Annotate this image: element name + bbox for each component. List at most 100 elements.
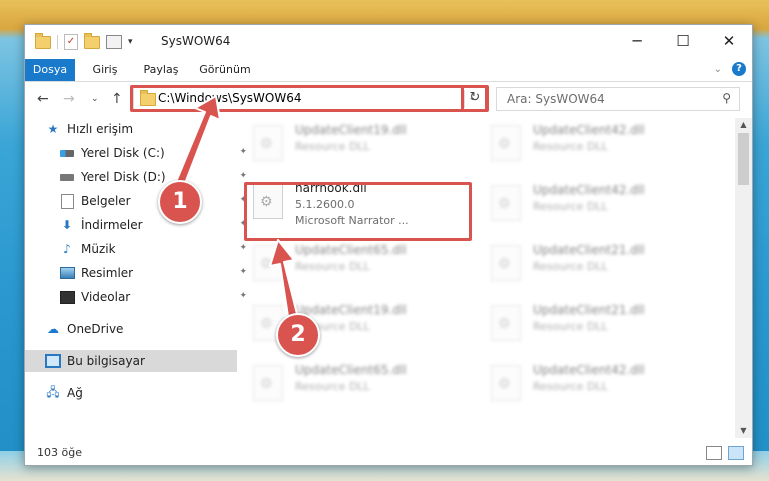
nav-label: Yerel Disk (C:) (81, 146, 165, 160)
dll-file-icon (491, 305, 521, 341)
search-placeholder[interactable]: Ara: SysWOW64 (507, 92, 605, 106)
address-highlight (130, 85, 488, 112)
dll-file-icon (491, 125, 521, 161)
nav-item-disk-c[interactable]: Yerel Disk (C:) ✦ (25, 142, 251, 164)
file-tile[interactable]: UpdateClient42.dll Resource DLL (483, 182, 713, 232)
nav-label: Belgeler (81, 194, 131, 208)
scroll-down-icon[interactable]: ▼ (735, 424, 752, 438)
file-explorer-window: ✓ ▾ SysWOW64 ─ ☐ ✕ Dosya Giriş Paylaş Gö… (24, 24, 753, 466)
file-name: UpdateClient42.dll (533, 123, 645, 137)
qat-dropdown-icon[interactable]: ▾ (128, 37, 133, 47)
file-list: UpdateClient19.dll Resource DLL narrhook… (235, 118, 735, 438)
tiles-view-icon[interactable] (728, 446, 744, 460)
nav-item-videos[interactable]: Videolar ✦ (25, 286, 251, 308)
nav-item-downloads[interactable]: ⬇ İndirmeler ✦ (25, 214, 251, 236)
download-icon: ⬇ (61, 218, 73, 232)
recent-locations-icon[interactable]: ⌄ (91, 94, 99, 104)
file-tile[interactable]: UpdateClient42.dll Resource DLL (483, 122, 713, 172)
file-highlight (244, 182, 472, 241)
forward-arrow-icon[interactable]: → (63, 91, 75, 107)
computer-icon (45, 354, 61, 368)
back-arrow-icon[interactable]: ← (37, 91, 49, 107)
navigation-pane: ★ Hızlı erişim Yerel Disk (C:) ✦ Yerel D… (25, 118, 247, 438)
nav-label: Yerel Disk (D:) (81, 170, 166, 184)
file-name: UpdateClient65.dll (295, 243, 407, 257)
window-controls: ─ ☐ ✕ (614, 25, 752, 57)
network-icon: 🖧 (46, 384, 60, 399)
nav-item-pictures[interactable]: Resimler ✦ (25, 262, 251, 284)
picture-icon (59, 267, 75, 279)
minimize-button[interactable]: ─ (614, 25, 660, 57)
file-description: Resource DLL (295, 380, 370, 393)
search-box[interactable]: Ara: SysWOW64 ⚲ (496, 87, 740, 111)
nav-item-network[interactable]: 🖧 Ağ (25, 382, 237, 404)
scroll-up-icon[interactable]: ▲ (735, 118, 752, 132)
file-tile[interactable]: UpdateClient65.dll Resource DLL (245, 242, 475, 292)
step-1-badge: 1 (158, 180, 202, 224)
item-count: 103 öğe (37, 446, 82, 459)
up-arrow-icon[interactable]: ↑ (111, 91, 123, 107)
file-name: UpdateClient21.dll (533, 303, 645, 317)
tab-file[interactable]: Dosya (25, 59, 75, 81)
window-title: SysWOW64 (161, 34, 231, 48)
file-description: Resource DLL (533, 380, 608, 393)
nav-item-quick-access[interactable]: ★ Hızlı erişim (25, 118, 237, 140)
nav-item-this-pc[interactable]: Bu bilgisayar (25, 350, 237, 372)
nav-label: OneDrive (67, 322, 124, 336)
file-name: UpdateClient19.dll (295, 123, 407, 137)
star-icon: ★ (47, 122, 59, 136)
tab-home[interactable]: Giriş (85, 59, 125, 81)
properties-check-icon[interactable]: ✓ (64, 34, 78, 50)
tab-share[interactable]: Paylaş (135, 59, 187, 81)
nav-label: Resimler (81, 266, 134, 280)
status-bar: 103 öğe (25, 441, 752, 465)
new-folder-icon[interactable] (84, 32, 100, 49)
file-description: Resource DLL (295, 140, 370, 153)
file-tile[interactable]: UpdateClient21.dll Resource DLL (483, 242, 713, 292)
search-icon[interactable]: ⚲ (722, 91, 731, 105)
file-tile[interactable]: UpdateClient21.dll Resource DLL (483, 302, 713, 352)
nav-label: Videolar (81, 290, 131, 304)
title-bar: ✓ ▾ SysWOW64 ─ ☐ ✕ (25, 25, 752, 59)
file-name: UpdateClient19.dll (295, 303, 407, 317)
dll-file-icon (253, 245, 283, 281)
help-icon[interactable]: ? (732, 62, 746, 76)
details-view-icon[interactable] (706, 446, 722, 460)
video-icon (59, 290, 75, 304)
file-name: UpdateClient21.dll (533, 243, 645, 257)
view-switcher (706, 446, 744, 460)
ribbon-tabs: Dosya Giriş Paylaş Görünüm ⌄ ? (25, 59, 752, 82)
file-name: UpdateClient42.dll (533, 183, 645, 197)
dll-file-icon (253, 365, 283, 401)
maximize-button[interactable]: ☐ (660, 25, 706, 57)
step-2-badge: 2 (276, 313, 320, 357)
nav-item-onedrive[interactable]: ☁ OneDrive (25, 318, 237, 340)
file-name: UpdateClient65.dll (295, 363, 407, 377)
drive-icon (59, 173, 75, 181)
file-tile[interactable]: UpdateClient65.dll Resource DLL (245, 362, 475, 412)
file-name: UpdateClient42.dll (533, 363, 645, 377)
expand-ribbon-icon[interactable]: ⌄ (714, 64, 722, 75)
file-tile[interactable]: UpdateClient19.dll Resource DLL (245, 122, 475, 172)
vertical-scrollbar[interactable]: ▲ ▼ (735, 118, 752, 438)
tab-view[interactable]: Görünüm (197, 59, 253, 81)
close-button[interactable]: ✕ (706, 25, 752, 57)
quick-access-toolbar: ✓ ▾ (35, 32, 133, 50)
scrollbar-thumb[interactable] (738, 133, 749, 185)
dll-file-icon (253, 125, 283, 161)
nav-item-disk-d[interactable]: Yerel Disk (D:) ✦ (25, 166, 251, 188)
customize-icon[interactable] (106, 35, 122, 49)
file-tile[interactable]: UpdateClient42.dll Resource DLL (483, 362, 713, 412)
divider (57, 35, 58, 49)
file-description: Resource DLL (533, 200, 608, 213)
cloud-icon: ☁ (47, 322, 59, 336)
nav-item-documents[interactable]: Belgeler ✦ (25, 190, 251, 212)
file-description: Resource DLL (533, 140, 608, 153)
nav-item-music[interactable]: ♪ Müzik ✦ (25, 238, 251, 260)
document-icon (59, 193, 75, 209)
file-description: Resource DLL (295, 260, 370, 273)
folder-icon (35, 32, 51, 49)
nav-label: Bu bilgisayar (67, 354, 145, 368)
nav-label: Hızlı erişim (67, 122, 134, 136)
dll-file-icon (491, 245, 521, 281)
